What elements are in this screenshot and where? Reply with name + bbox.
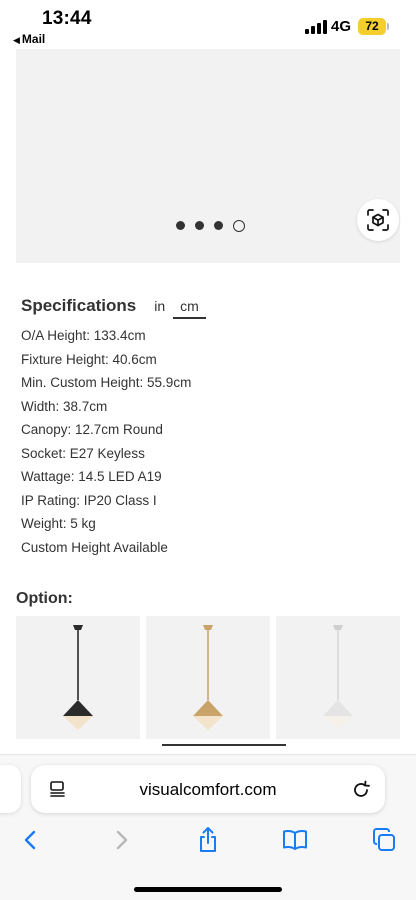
cellular-signal-icon — [305, 20, 327, 34]
bookmarks-icon — [283, 830, 307, 850]
spec-item: Canopy: 12.7cm Round — [21, 422, 163, 437]
status-bar: 13:44 ◀ Mail 4G 72 — [0, 0, 416, 50]
specifications-header: Specifications in cm — [21, 296, 206, 319]
spec-item: Wattage: 14.5 LED A19 — [21, 469, 162, 484]
previous-tab-peek[interactable] — [0, 765, 21, 813]
pendant-lamp-image — [193, 625, 223, 730]
option-swatches — [16, 616, 400, 748]
spec-item: Socket: E27 Keyless — [21, 445, 145, 461]
network-type: 4G — [331, 18, 352, 35]
address-bar[interactable]: visualcomfort.com — [31, 765, 385, 813]
url-text[interactable]: visualcomfort.com — [31, 780, 385, 800]
pendant-lamp-image — [323, 625, 353, 730]
specifications-title: Specifications — [21, 296, 137, 315]
specifications-list: O/A Height: 133.4cm Fixture Height: 40.6… — [21, 327, 191, 562]
spec-item: O/A Height: 133.4cm — [21, 328, 146, 343]
option-black-pendant[interactable] — [16, 616, 140, 739]
browser-chrome: visualcomfort.com — [0, 754, 416, 900]
share-button[interactable] — [193, 825, 223, 855]
tabs-button[interactable] — [369, 825, 399, 855]
pendant-lamp-image — [63, 625, 93, 730]
back-to-app-link[interactable]: ◀ Mail — [13, 32, 45, 46]
forward-icon — [116, 830, 128, 850]
tabs-icon — [373, 828, 395, 851]
battery-icon: 72 — [358, 18, 386, 35]
reload-icon[interactable] — [350, 778, 372, 800]
spec-item: Fixture Height: 40.6cm — [21, 351, 157, 367]
gallery-dot[interactable] — [214, 221, 223, 230]
battery-tip — [387, 23, 389, 30]
option-title: Option: — [16, 590, 73, 607]
unit-toggle-cm[interactable]: cm — [173, 298, 206, 319]
spec-item: Min. Custom Height: 55.9cm — [21, 375, 192, 390]
selected-option-indicator — [162, 744, 286, 746]
back-triangle-icon: ◀ — [13, 35, 20, 45]
home-indicator[interactable] — [134, 887, 282, 892]
gallery-dot[interactable] — [195, 221, 204, 230]
spec-item: Weight: 5 kg — [21, 516, 96, 531]
ar-view-button[interactable] — [357, 199, 399, 241]
spec-item: Width: 38.7cm — [21, 398, 108, 414]
option-brass-pendant[interactable] — [146, 616, 270, 739]
back-app-label: Mail — [21, 32, 46, 46]
option-white-pendant[interactable] — [276, 616, 400, 739]
share-icon — [200, 827, 216, 852]
gallery-dot-current[interactable] — [233, 219, 245, 232]
spec-item: IP Rating: IP20 Class I — [21, 492, 157, 508]
browser-toolbar — [0, 823, 416, 859]
ar-cube-icon — [367, 209, 389, 231]
back-button[interactable] — [16, 825, 46, 855]
bookmarks-button[interactable] — [280, 825, 310, 855]
back-icon — [24, 830, 36, 850]
gallery-pagination — [176, 219, 245, 232]
gallery-dot[interactable] — [176, 221, 185, 230]
spec-item: Custom Height Available — [21, 539, 168, 555]
unit-toggle-in[interactable]: in — [154, 298, 165, 314]
battery-level: 72 — [365, 19, 379, 33]
forward-button[interactable] — [106, 825, 136, 855]
status-time: 13:44 — [42, 8, 92, 29]
